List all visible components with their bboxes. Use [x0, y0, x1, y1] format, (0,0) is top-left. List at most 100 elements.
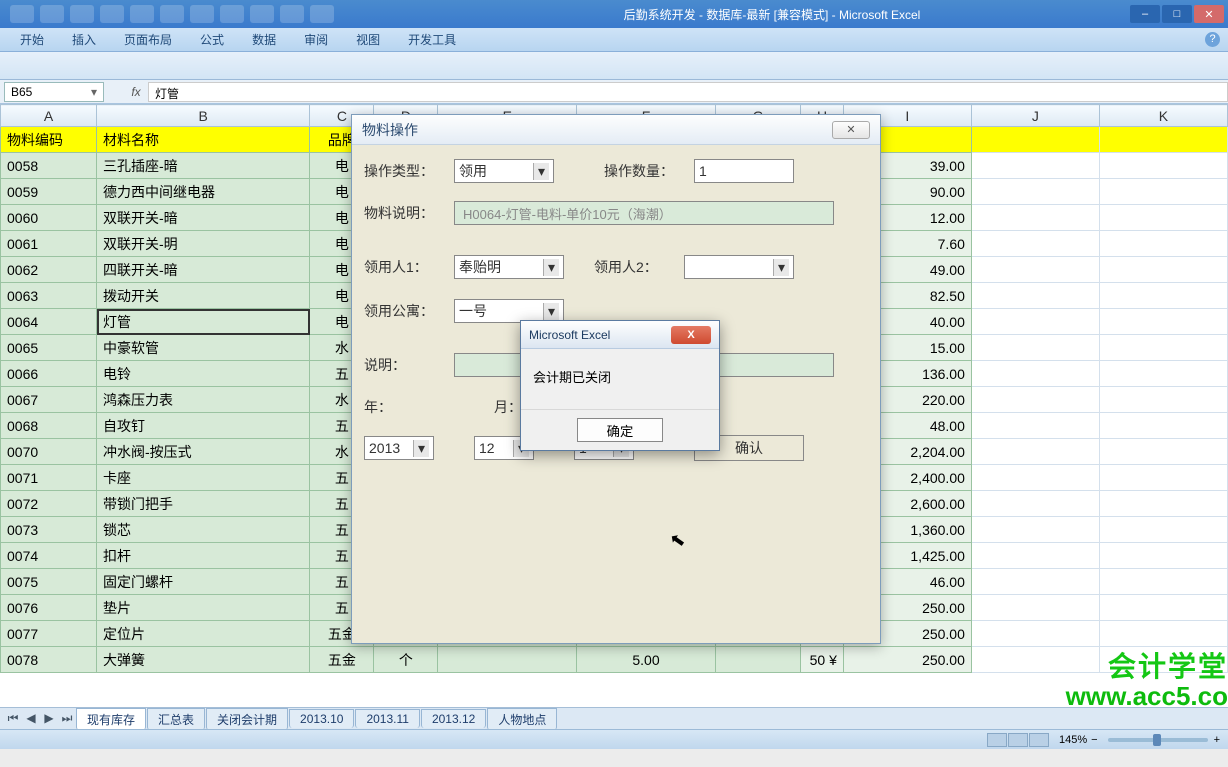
zoom-thumb[interactable] [1153, 734, 1161, 746]
empty-cell[interactable] [971, 543, 1099, 569]
cell[interactable]: 双联开关-暗 [97, 205, 310, 231]
cell[interactable]: 0066 [1, 361, 97, 387]
col-header[interactable]: B [97, 105, 310, 127]
qat-item[interactable] [220, 5, 244, 23]
ribbon-tab[interactable]: 插入 [58, 28, 110, 51]
last-tab-icon[interactable]: ⏭ [58, 711, 76, 726]
qat-item[interactable] [280, 5, 304, 23]
zoom-out-icon[interactable]: − [1091, 734, 1097, 746]
cell[interactable]: 0078 [1, 647, 97, 673]
prev-tab-icon[interactable]: ◀ [22, 711, 40, 726]
cell[interactable]: 带锁门把手 [97, 491, 310, 517]
empty-cell[interactable] [971, 491, 1099, 517]
empty-cell[interactable] [971, 283, 1099, 309]
empty-cell[interactable] [1099, 179, 1227, 205]
empty-cell[interactable] [1099, 283, 1227, 309]
cell[interactable]: 四联开关-暗 [97, 257, 310, 283]
year-combo[interactable]: 2013▾ [364, 436, 434, 460]
cell[interactable] [438, 647, 577, 673]
op-qty-input[interactable]: 1 [694, 159, 794, 183]
cell[interactable]: 0073 [1, 517, 97, 543]
sheet-tab[interactable]: 2013.11 [355, 709, 420, 728]
empty-cell[interactable] [971, 621, 1099, 647]
empty-cell[interactable] [1099, 387, 1227, 413]
pagelayout-view-icon[interactable] [1008, 733, 1028, 747]
col-header[interactable]: J [971, 105, 1099, 127]
cell[interactable]: 自攻钉 [97, 413, 310, 439]
empty-cell[interactable] [1099, 231, 1227, 257]
cell[interactable]: 锁芯 [97, 517, 310, 543]
cell[interactable]: 0058 [1, 153, 97, 179]
qat-item[interactable] [100, 5, 124, 23]
fx-icon[interactable]: fx [124, 85, 148, 99]
sheet-tab[interactable]: 人物地点 [487, 708, 557, 730]
cell[interactable]: 250.00 [843, 647, 971, 673]
empty-cell[interactable] [1099, 439, 1227, 465]
empty-cell[interactable] [971, 257, 1099, 283]
person2-combo[interactable]: ▾ [684, 255, 794, 279]
cell[interactable]: 0059 [1, 179, 97, 205]
cell[interactable]: 中豪软管 [97, 335, 310, 361]
empty-cell[interactable] [971, 569, 1099, 595]
empty-cell[interactable] [971, 361, 1099, 387]
ribbon-tab[interactable]: 数据 [238, 28, 290, 51]
qat-item[interactable] [130, 5, 154, 23]
empty-cell[interactable] [971, 309, 1099, 335]
empty-cell[interactable] [1099, 257, 1227, 283]
cell[interactable]: 0075 [1, 569, 97, 595]
ribbon-tab[interactable]: 视图 [342, 28, 394, 51]
empty-cell[interactable] [1099, 569, 1227, 595]
empty-cell[interactable] [971, 465, 1099, 491]
zoom-slider[interactable] [1108, 738, 1208, 742]
cell[interactable] [715, 647, 800, 673]
empty-cell[interactable] [1099, 517, 1227, 543]
empty-cell[interactable] [1099, 465, 1227, 491]
empty-cell[interactable] [971, 231, 1099, 257]
cell[interactable]: 0064 [1, 309, 97, 335]
qat-item[interactable] [310, 5, 334, 23]
close-icon[interactable]: X [671, 326, 711, 344]
col-header[interactable]: A [1, 105, 97, 127]
empty-cell[interactable] [1099, 543, 1227, 569]
name-box[interactable]: B65 ▾ [4, 82, 104, 102]
empty-cell[interactable] [971, 335, 1099, 361]
cell[interactable]: 0076 [1, 595, 97, 621]
cell[interactable]: 卡座 [97, 465, 310, 491]
qat-item[interactable] [40, 5, 64, 23]
sheet-tab[interactable]: 2013.12 [421, 709, 486, 728]
dialog-titlebar[interactable]: 物料操作 ✕ [352, 115, 880, 145]
empty-cell[interactable] [971, 595, 1099, 621]
empty-cell[interactable] [971, 153, 1099, 179]
qat-item[interactable] [10, 5, 34, 23]
cell[interactable]: 五金 [310, 647, 374, 673]
cell[interactable]: 0077 [1, 621, 97, 647]
cell[interactable]: 三孔插座-暗 [97, 153, 310, 179]
empty-cell[interactable] [1099, 595, 1227, 621]
next-tab-icon[interactable]: ▶ [40, 711, 58, 726]
qat-item[interactable] [160, 5, 184, 23]
header-cell[interactable]: 材料名称 [97, 127, 310, 153]
cell[interactable]: 德力西中间继电器 [97, 179, 310, 205]
zoom-in-icon[interactable]: + [1214, 734, 1220, 746]
ribbon-tab[interactable]: 审阅 [290, 28, 342, 51]
empty-cell[interactable] [971, 387, 1099, 413]
cell[interactable]: 0070 [1, 439, 97, 465]
cell[interactable]: 0068 [1, 413, 97, 439]
cell[interactable]: 5.00 [577, 647, 716, 673]
cell[interactable]: 冲水阀-按压式 [97, 439, 310, 465]
qat-item[interactable] [250, 5, 274, 23]
ribbon-tab[interactable]: 页面布局 [110, 28, 186, 51]
cell[interactable]: 0063 [1, 283, 97, 309]
cell[interactable]: 0065 [1, 335, 97, 361]
empty-cell[interactable] [1099, 621, 1227, 647]
formula-input[interactable]: 灯管 [148, 82, 1228, 102]
sheet-tab[interactable]: 关闭会计期 [206, 708, 288, 730]
person1-combo[interactable]: 奉贻明▾ [454, 255, 564, 279]
cell[interactable]: 0062 [1, 257, 97, 283]
cell[interactable]: 拨动开关 [97, 283, 310, 309]
cell[interactable]: 双联开关-明 [97, 231, 310, 257]
cell[interactable]: 0074 [1, 543, 97, 569]
empty-cell[interactable] [1099, 335, 1227, 361]
cell[interactable]: 0072 [1, 491, 97, 517]
op-type-combo[interactable]: 领用▾ [454, 159, 554, 183]
